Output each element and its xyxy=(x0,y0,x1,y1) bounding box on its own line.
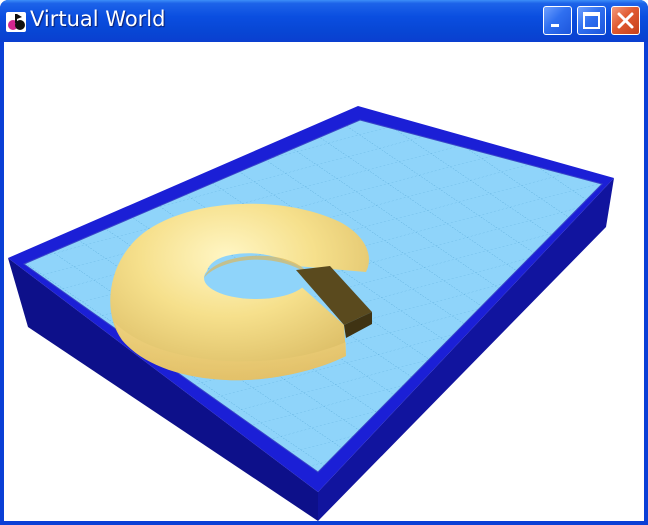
maximize-button[interactable] xyxy=(577,6,606,35)
maximize-icon xyxy=(583,12,600,29)
window-title: Virtual World xyxy=(30,7,166,31)
vrml-app-icon[interactable] xyxy=(5,11,27,33)
app-window: Virtual World xyxy=(0,0,648,525)
close-icon xyxy=(617,12,634,29)
3d-viewport[interactable] xyxy=(4,42,644,521)
cut-torus xyxy=(110,203,372,381)
minimize-icon xyxy=(551,24,559,27)
close-button[interactable] xyxy=(611,6,640,35)
minimize-button[interactable] xyxy=(543,6,572,35)
viewer-area[interactable] xyxy=(4,42,644,521)
title-bar[interactable]: Virtual World xyxy=(0,0,648,42)
